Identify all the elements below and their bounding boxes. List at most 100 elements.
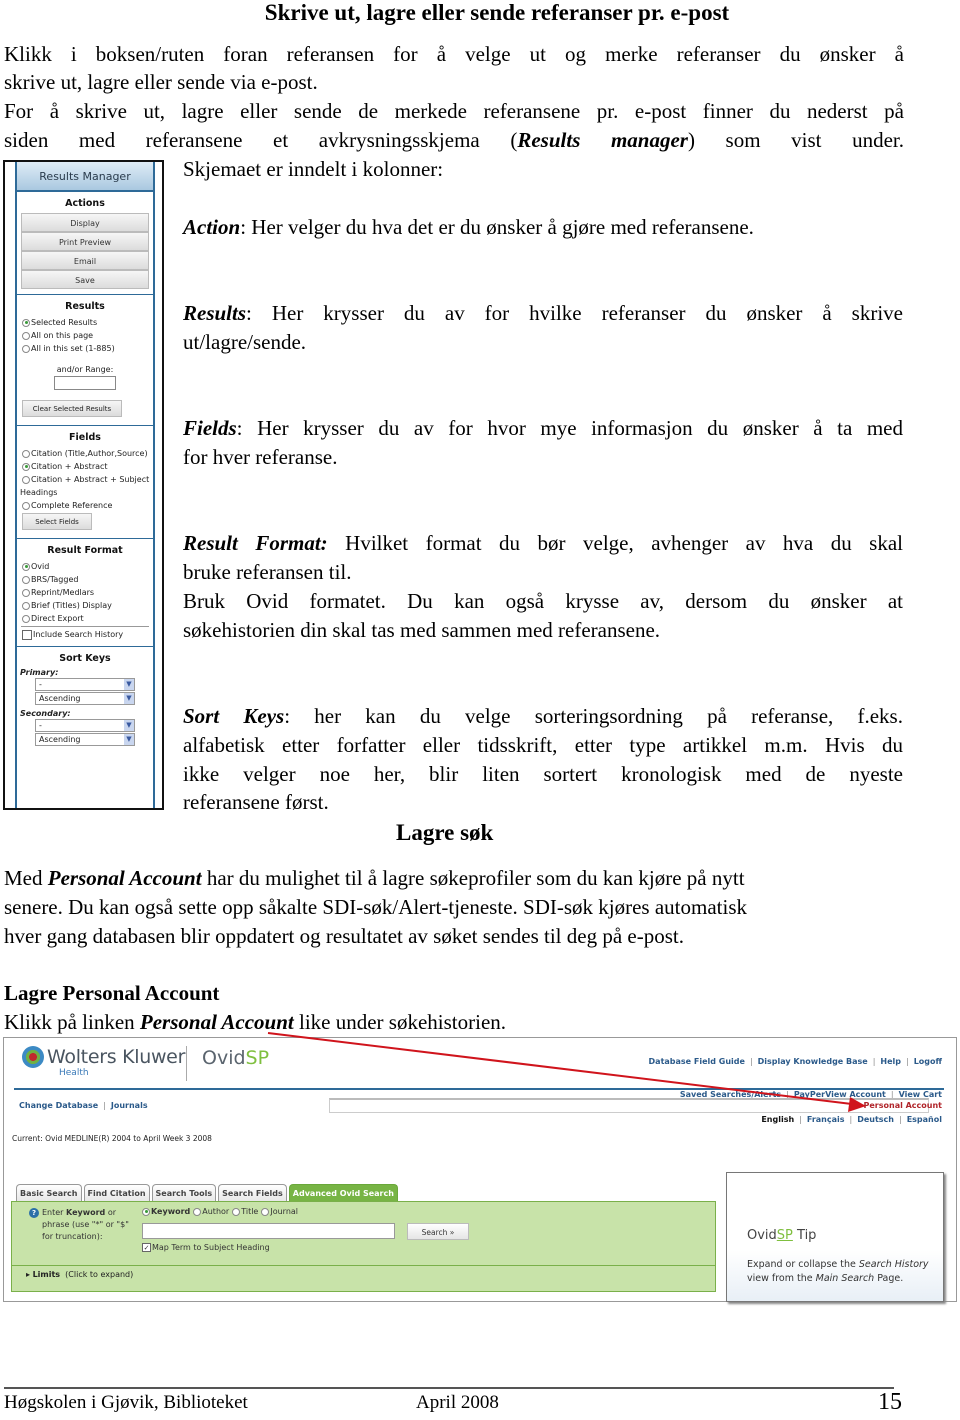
radio-selected-results[interactable]: Selected Results — [17, 316, 153, 329]
para-text: like under søkehistorien. — [293, 1010, 507, 1034]
limits-label[interactable]: Limits — [33, 1270, 61, 1279]
radio-icon[interactable] — [22, 575, 30, 584]
radio-citation[interactable]: Citation (Title,Author,Source) — [17, 447, 153, 460]
limits-toggle[interactable]: ▸ Limits (Click to expand) — [26, 1270, 133, 1279]
radio-icon[interactable] — [22, 562, 30, 571]
radio-icon[interactable] — [22, 344, 30, 353]
product-suffix: SP — [245, 1047, 270, 1069]
include-search-history-checkbox[interactable]: Include Search History — [17, 627, 153, 642]
map-term-checkbox[interactable]: ✓ Map Term to Subject Heading — [142, 1243, 270, 1252]
print-preview-button[interactable]: Print Preview — [21, 232, 149, 251]
tip-text: Expand or collapse the Search History vi… — [747, 1258, 937, 1286]
item-text: her kan du velge sorteringsordning på re… — [314, 704, 903, 728]
lang-francais[interactable]: Français — [807, 1115, 845, 1124]
tab-basic-search[interactable]: Basic Search — [16, 1184, 82, 1202]
radio-all-on-page[interactable]: All on this page — [17, 329, 153, 342]
radio-direct-export[interactable]: Direct Export — [17, 612, 153, 625]
select-value: - — [39, 721, 42, 730]
checkbox-icon[interactable] — [22, 629, 32, 640]
radio-icon[interactable] — [193, 1207, 202, 1216]
language-links: English | Français | Deutsch | Español — [761, 1115, 942, 1124]
range-input[interactable] — [54, 376, 116, 390]
results-manager-inner: Results Manager Actions Display Print Pr… — [15, 162, 155, 808]
radio-keyword-label[interactable]: Keyword — [151, 1207, 190, 1216]
link-personal-account[interactable]: Personal Account — [864, 1101, 943, 1110]
toolbar-strip — [329, 1098, 929, 1113]
radio-icon[interactable] — [22, 475, 30, 484]
keyword-search-input[interactable] — [142, 1223, 395, 1239]
radio-citation-abstract[interactable]: Citation + Abstract — [17, 460, 153, 473]
item-text: Her velger du hva det er du ønsker å gjø… — [251, 215, 754, 239]
radio-brs-tagged[interactable]: BRS/Tagged — [17, 573, 153, 586]
save-button[interactable]: Save — [21, 270, 149, 289]
link-database-field-guide[interactable]: Database Field Guide — [649, 1057, 745, 1066]
primary-order-select[interactable]: Ascending ▼ — [35, 692, 135, 705]
radio-icon[interactable] — [142, 1207, 150, 1216]
display-button[interactable]: Display — [21, 213, 149, 232]
radio-icon[interactable] — [22, 601, 30, 610]
tab-search-tools[interactable]: Search Tools — [151, 1184, 217, 1202]
tab-advanced-ovid-search[interactable]: Advanced Ovid Search — [288, 1184, 398, 1202]
para-text: Med — [4, 866, 48, 890]
item-action: Action: Her velger du hva det er du ønsk… — [183, 213, 754, 242]
link-help[interactable]: Help — [880, 1057, 901, 1066]
link-journals[interactable]: Journals — [111, 1101, 148, 1110]
search-button[interactable]: Search » — [407, 1223, 469, 1240]
radio-icon[interactable] — [22, 331, 30, 340]
tab-find-citation[interactable]: Find Citation — [83, 1184, 150, 1202]
item-term: Results — [183, 301, 247, 325]
divider — [186, 1046, 187, 1081]
limits-hint: (Click to expand) — [65, 1270, 134, 1279]
radio-label: Citation + Abstract — [31, 462, 108, 471]
radio-ovid[interactable]: Ovid — [17, 560, 153, 573]
radio-icon[interactable] — [22, 588, 30, 597]
radio-icon[interactable] — [22, 449, 30, 458]
tab-search-fields[interactable]: Search Fields — [218, 1184, 287, 1202]
email-button[interactable]: Email — [21, 251, 149, 270]
item-sort-keys-line-3: ikke velger noe her, blir liten sortert … — [183, 762, 903, 786]
secondary-field-select[interactable]: - ▼ — [35, 719, 135, 732]
lang-espanol[interactable]: Español — [907, 1115, 942, 1124]
radio-icon[interactable] — [22, 501, 30, 510]
brand-sub: Health — [59, 1068, 89, 1078]
radio-journal-label[interactable]: Journal — [270, 1207, 298, 1216]
lang-english[interactable]: English — [761, 1115, 794, 1124]
clear-selected-results-button[interactable]: Clear Selected Results — [22, 400, 122, 417]
radio-label: Selected Results — [31, 318, 98, 327]
chevron-down-icon[interactable]: ▼ — [124, 679, 134, 690]
radio-icon[interactable] — [22, 614, 30, 623]
link-change-database[interactable]: Change Database — [19, 1101, 98, 1110]
radio-complete-reference[interactable]: Complete Reference — [17, 499, 153, 512]
link-logoff[interactable]: Logoff — [914, 1057, 942, 1066]
chevron-down-icon[interactable]: ▼ — [124, 693, 134, 704]
caret-right-icon: ▸ — [26, 1270, 31, 1279]
radio-icon[interactable] — [261, 1207, 270, 1216]
radio-icon[interactable] — [232, 1207, 241, 1216]
label-bold: Keyword — [66, 1208, 106, 1217]
select-value: Ascending — [39, 735, 81, 744]
select-fields-button[interactable]: Select Fields — [22, 513, 92, 530]
item-sort-keys-line-4: referansene først. — [183, 790, 329, 814]
radio-icon[interactable] — [22, 462, 30, 471]
help-icon[interactable]: ? — [29, 1208, 39, 1218]
secondary-order-select[interactable]: Ascending ▼ — [35, 733, 135, 746]
radio-author-label[interactable]: Author — [202, 1207, 229, 1216]
radio-citation-abstract-subject[interactable]: Citation + Abstract + Subject — [17, 473, 153, 486]
separator: | — [872, 1057, 876, 1066]
personal-account-term: Personal Account — [47, 866, 202, 890]
product-name: Ovid — [202, 1047, 246, 1069]
radio-label: Citation + Abstract + Subject — [31, 475, 150, 484]
chevron-down-icon[interactable]: ▼ — [124, 720, 134, 731]
para-text: har du mulighet til å lagre søkeprofiler… — [201, 866, 745, 890]
chevron-down-icon[interactable]: ▼ — [124, 734, 134, 745]
checkbox-checked-icon[interactable]: ✓ — [142, 1243, 151, 1252]
lang-deutsch[interactable]: Deutsch — [857, 1115, 894, 1124]
radio-all-in-set[interactable]: All in this set (1-885) — [17, 342, 153, 355]
radio-icon[interactable] — [22, 318, 30, 327]
radio-brief-display[interactable]: Brief (Titles) Display — [17, 599, 153, 612]
link-display-knowledge-base[interactable]: Display Knowledge Base — [758, 1057, 868, 1066]
radio-title-label[interactable]: Title — [241, 1207, 258, 1216]
primary-field-select[interactable]: - ▼ — [35, 678, 135, 691]
radio-reprint-medlars[interactable]: Reprint/Medlars — [17, 586, 153, 599]
results-manager-panel: Results Manager Actions Display Print Pr… — [3, 160, 164, 810]
